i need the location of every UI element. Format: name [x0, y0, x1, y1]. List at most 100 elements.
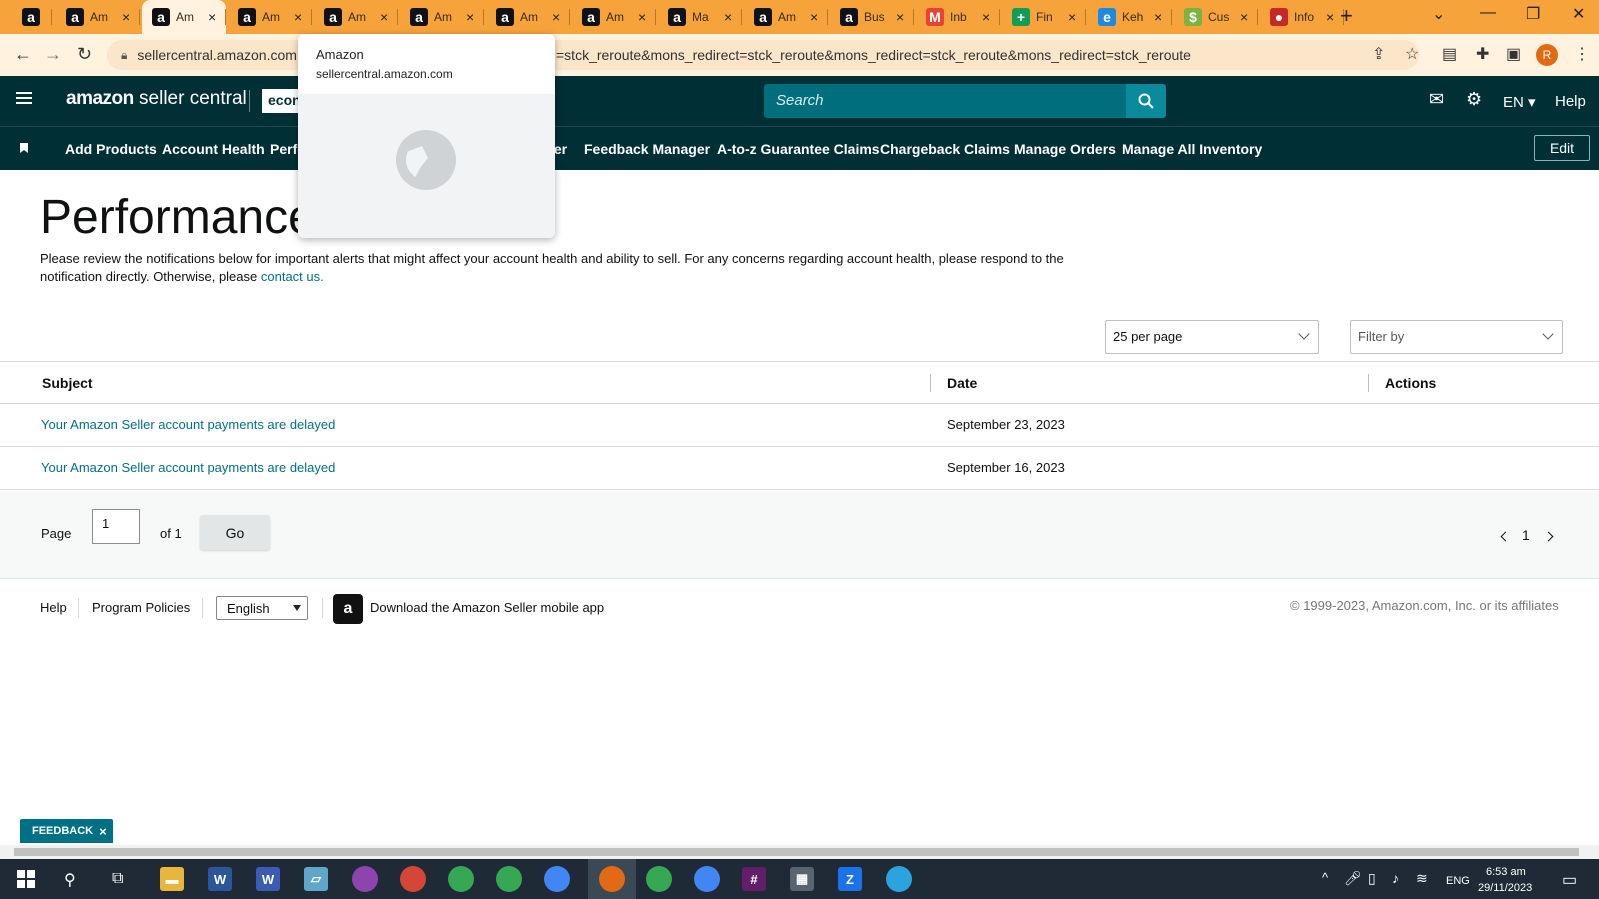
nav-item-account-health[interactable]: Account Health: [162, 141, 265, 157]
language-selector[interactable]: EN ▾: [1503, 93, 1536, 111]
help-link[interactable]: Help: [1555, 93, 1586, 110]
page-number-input[interactable]: 1: [92, 509, 140, 544]
browser-tab[interactable]: a Am ×: [228, 0, 312, 34]
extension-icon[interactable]: ▤: [1442, 44, 1457, 64]
volume-icon[interactable]: ♪: [1392, 870, 1399, 886]
slack-icon[interactable]: #: [742, 867, 766, 891]
messenger-icon[interactable]: [352, 866, 378, 892]
scrollbar-thumb[interactable]: [14, 848, 1579, 856]
chrome-active-icon[interactable]: [599, 866, 625, 892]
footer-help-link[interactable]: Help: [40, 600, 67, 615]
bookmark-star-icon[interactable]: ☆: [1405, 44, 1419, 64]
amazon-seller-app-icon[interactable]: a: [333, 594, 363, 624]
browser-tab[interactable]: M Inb ×: [916, 0, 1000, 34]
calculator-icon[interactable]: ▦: [790, 867, 814, 891]
notification-subject-link[interactable]: Your Amazon Seller account payments are …: [41, 417, 335, 432]
new-tab-button[interactable]: +: [1340, 3, 1353, 29]
nav-item-manage-all-inventory[interactable]: Manage All Inventory: [1122, 141, 1262, 157]
browser-tab[interactable]: a Bus ×: [830, 0, 914, 34]
tab-close-icon[interactable]: ×: [1068, 9, 1076, 25]
contact-us-link[interactable]: contact us.: [261, 269, 324, 284]
tab-close-icon[interactable]: ×: [810, 9, 818, 25]
minimize-icon[interactable]: —: [1480, 4, 1496, 22]
share-icon[interactable]: ⇪: [1372, 44, 1385, 64]
chrome-profile-icon[interactable]: [400, 866, 426, 892]
settings-gear-icon[interactable]: ⚙: [1466, 89, 1482, 110]
tab-close-icon[interactable]: ×: [1154, 9, 1162, 25]
mail-icon[interactable]: ✉: [1429, 89, 1444, 110]
chrome-profile-icon[interactable]: [544, 866, 570, 892]
microphone-icon[interactable]: 🎤︎: [1344, 870, 1362, 887]
browser-tab[interactable]: a Am ×: [572, 0, 656, 34]
tab-search-icon[interactable]: ⌄: [1432, 4, 1445, 24]
close-icon[interactable]: ×: [99, 824, 107, 839]
hamburger-menu-icon[interactable]: [16, 92, 32, 104]
tab-close-icon[interactable]: ×: [1326, 9, 1334, 25]
browser-tab[interactable]: ● Info ×: [1260, 0, 1344, 34]
browser-tab[interactable]: a Am ×: [56, 0, 140, 34]
notifications-icon[interactable]: ▭: [1562, 870, 1577, 890]
tab-close-icon[interactable]: ×: [552, 9, 560, 25]
program-policies-link[interactable]: Program Policies: [92, 600, 190, 615]
browser-tab[interactable]: a Am ×: [142, 0, 226, 34]
col-subject[interactable]: Subject: [42, 375, 93, 391]
browser-tab[interactable]: a Ma ×: [658, 0, 742, 34]
tab-close-icon[interactable]: ×: [1240, 9, 1248, 25]
wifi-icon[interactable]: ≋: [1416, 870, 1428, 887]
browser-tab[interactable]: $ Cus ×: [1174, 0, 1258, 34]
clock-time[interactable]: 6:53 am: [1486, 866, 1526, 878]
browser-tab[interactable]: a Am ×: [486, 0, 570, 34]
back-icon[interactable]: ←: [14, 44, 32, 65]
nav-item-feedback-manager[interactable]: Feedback Manager: [584, 141, 710, 157]
go-button[interactable]: Go: [200, 515, 270, 550]
notes-app-icon[interactable]: ▱: [304, 867, 328, 891]
menu-kebab-icon[interactable]: ⋮: [1574, 44, 1590, 64]
telegram-icon[interactable]: [886, 866, 912, 892]
horizontal-scrollbar[interactable]: [0, 845, 1599, 859]
reload-icon[interactable]: ↻: [77, 44, 92, 65]
tab-close-icon[interactable]: ×: [896, 9, 904, 25]
current-page-number[interactable]: 1: [1522, 527, 1530, 543]
tray-chevron-icon[interactable]: ^: [1322, 870, 1328, 885]
tab-close-icon[interactable]: ×: [638, 9, 646, 25]
file-explorer-icon[interactable]: ▬: [160, 867, 184, 891]
profile-avatar[interactable]: R: [1536, 44, 1558, 66]
browser-tab[interactable]: a: [12, 0, 52, 34]
input-language[interactable]: ENG: [1446, 875, 1470, 887]
download-app-link[interactable]: Download the Amazon Seller mobile app: [370, 600, 604, 615]
browser-tab[interactable]: + Fin ×: [1002, 0, 1086, 34]
feedback-tab[interactable]: FEEDBACK ×: [20, 819, 113, 843]
tab-close-icon[interactable]: ×: [982, 9, 990, 25]
nav-item-add-products[interactable]: Add Products: [65, 141, 157, 157]
sidepanel-icon[interactable]: ▣: [1506, 44, 1521, 64]
word-icon[interactable]: W: [208, 867, 232, 891]
chrome-profile-icon[interactable]: [694, 866, 720, 892]
search-button[interactable]: [1126, 84, 1166, 118]
chrome-profile-icon[interactable]: [448, 866, 474, 892]
task-view-icon[interactable]: ⧉: [112, 870, 123, 888]
brand-logo[interactable]: amazon seller central: [66, 88, 247, 110]
wps-icon[interactable]: W: [256, 867, 280, 891]
chrome-profile-icon[interactable]: [646, 866, 672, 892]
browser-tab[interactable]: a Am ×: [400, 0, 484, 34]
edit-nav-button[interactable]: Edit: [1534, 135, 1590, 161]
maximize-icon[interactable]: ❐: [1526, 4, 1540, 24]
windows-start-icon[interactable]: [17, 870, 35, 888]
store-switcher[interactable]: econ: [262, 89, 302, 113]
close-window-icon[interactable]: ✕: [1572, 4, 1585, 24]
clock-date[interactable]: 29/11/2023: [1478, 882, 1532, 894]
tab-close-icon[interactable]: ×: [294, 9, 302, 25]
col-date[interactable]: Date: [947, 375, 977, 391]
battery-icon[interactable]: ▯: [1368, 870, 1376, 887]
nav-item-chargeback-claims[interactable]: Chargeback Claims: [880, 141, 1010, 157]
zoom-icon[interactable]: Z: [838, 867, 862, 891]
search-input[interactable]: Search: [764, 84, 1126, 118]
browser-tab[interactable]: e Keh ×: [1088, 0, 1172, 34]
notification-subject-link[interactable]: Your Amazon Seller account payments are …: [41, 460, 335, 475]
taskbar-search-icon[interactable]: ⚲: [64, 870, 76, 890]
chrome-profile-icon[interactable]: [496, 866, 522, 892]
tab-close-icon[interactable]: ×: [122, 9, 130, 25]
nav-item-a-to-z-claims[interactable]: A-to-z Guarantee Claims: [717, 141, 880, 157]
footer-language-select[interactable]: English: [216, 596, 308, 620]
tab-close-icon[interactable]: ×: [724, 9, 732, 25]
